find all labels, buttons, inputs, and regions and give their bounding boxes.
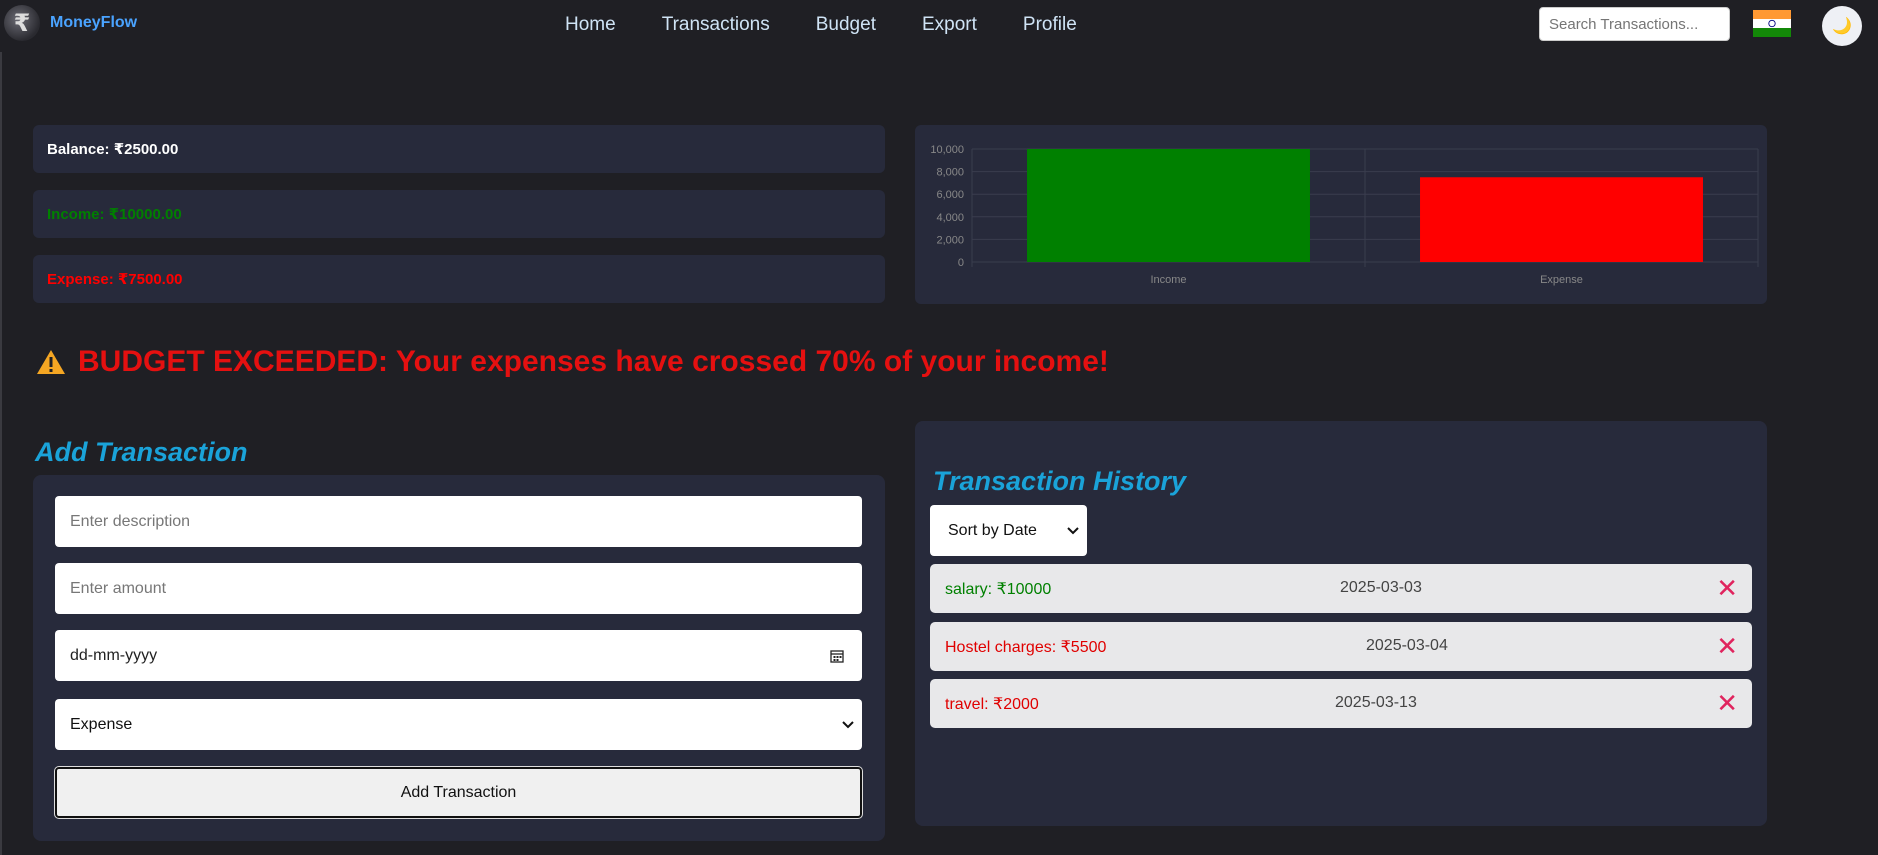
y-tick-label: 4,000 — [936, 212, 964, 224]
delete-transaction-button[interactable]: ✕ — [1716, 631, 1738, 661]
balance-card: Balance: ₹2500.00 — [33, 125, 885, 173]
india-flag-icon[interactable] — [1753, 10, 1791, 37]
type-select[interactable]: Expense — [55, 699, 862, 750]
transaction-date: 2025-03-13 — [1335, 694, 1417, 711]
nav-home[interactable]: Home — [565, 14, 616, 36]
transaction-date: 2025-03-04 — [1366, 637, 1448, 654]
income-expense-bar-chart: 10,000 8,000 6,000 4,000 2,000 0 Income Expense — [930, 144, 1759, 286]
nav-transactions[interactable]: Transactions — [662, 14, 770, 36]
transaction-description: Hostel charges: ₹5500 — [945, 639, 1107, 656]
delete-transaction-button[interactable]: ✕ — [1716, 573, 1738, 603]
brand-name: MoneyFlow — [50, 14, 138, 31]
income-card: Income: ₹10000.00 — [33, 190, 885, 238]
add-transaction-form: Enter description Enter amount dd-mm-yyy… — [33, 475, 885, 841]
chevron-down-icon — [842, 720, 854, 728]
chart-card: 10,000 8,000 6,000 4,000 2,000 0 Income Expense — [915, 125, 1767, 304]
nav-budget[interactable]: Budget — [816, 14, 876, 36]
transaction-row: Hostel charges: ₹5500 2025-03-04 ✕ — [930, 622, 1752, 671]
expense-card: Expense: ₹7500.00 — [33, 255, 885, 303]
budget-alert: BUDGET EXCEEDED: Your expenses have cros… — [36, 345, 1109, 379]
sort-select-value: Sort by Date — [948, 521, 1037, 539]
y-tick-label: 6,000 — [936, 189, 964, 201]
transaction-history-title: Transaction History — [933, 466, 1187, 496]
transaction-description: salary: ₹10000 — [945, 581, 1052, 598]
alert-text: BUDGET EXCEEDED: Your expenses have cros… — [78, 345, 1109, 378]
bar-income — [1027, 149, 1310, 262]
type-select-value: Expense — [70, 715, 133, 733]
y-tick-label: 10,000 — [930, 144, 964, 156]
x-tick-label: Income — [1150, 274, 1186, 286]
transaction-row: travel: ₹2000 2025-03-13 ✕ — [930, 679, 1752, 728]
description-input[interactable]: Enter description — [55, 496, 862, 547]
sort-select[interactable]: Sort by Date — [930, 505, 1087, 556]
add-transaction-title: Add Transaction — [35, 437, 248, 467]
bar-expense — [1420, 177, 1703, 262]
y-tick-label: 8,000 — [936, 167, 964, 179]
transaction-history-panel: Transaction History Sort by Date salary:… — [915, 421, 1767, 826]
date-input[interactable]: dd-mm-yyyy — [55, 630, 862, 681]
balance-text: Balance: ₹2500.00 — [47, 141, 179, 158]
rupee-logo-icon: ₹ — [4, 5, 40, 41]
add-transaction-button[interactable]: Add Transaction — [54, 766, 863, 819]
chevron-down-icon — [1067, 526, 1079, 534]
navbar: ₹ MoneyFlow Home Transactions Budget Exp… — [0, 0, 1878, 52]
calendar-icon[interactable] — [830, 649, 844, 663]
delete-transaction-button[interactable]: ✕ — [1716, 688, 1738, 718]
search-input[interactable] — [1539, 7, 1730, 41]
nav-links: Home Transactions Budget Export Profile — [565, 14, 1123, 36]
nav-profile[interactable]: Profile — [1023, 14, 1077, 36]
moon-icon: 🌙 — [1832, 18, 1852, 35]
transaction-description: travel: ₹2000 — [945, 696, 1039, 713]
transaction-row: salary: ₹10000 2025-03-03 ✕ — [930, 564, 1752, 613]
date-placeholder: dd-mm-yyyy — [70, 646, 158, 664]
warning-icon — [37, 350, 65, 374]
amount-input[interactable]: Enter amount — [55, 563, 862, 614]
y-tick-label: 2,000 — [936, 234, 964, 246]
expense-text: Expense: ₹7500.00 — [47, 271, 183, 288]
theme-toggle-button[interactable]: 🌙 — [1822, 6, 1862, 46]
income-text: Income: ₹10000.00 — [47, 206, 182, 223]
y-tick-label: 0 — [958, 257, 964, 269]
brand-logo[interactable]: ₹ MoneyFlow — [4, 5, 137, 41]
x-tick-label: Expense — [1540, 274, 1583, 286]
nav-export[interactable]: Export — [922, 14, 977, 36]
transaction-date: 2025-03-03 — [1340, 579, 1422, 596]
window-edge — [0, 0, 2, 855]
